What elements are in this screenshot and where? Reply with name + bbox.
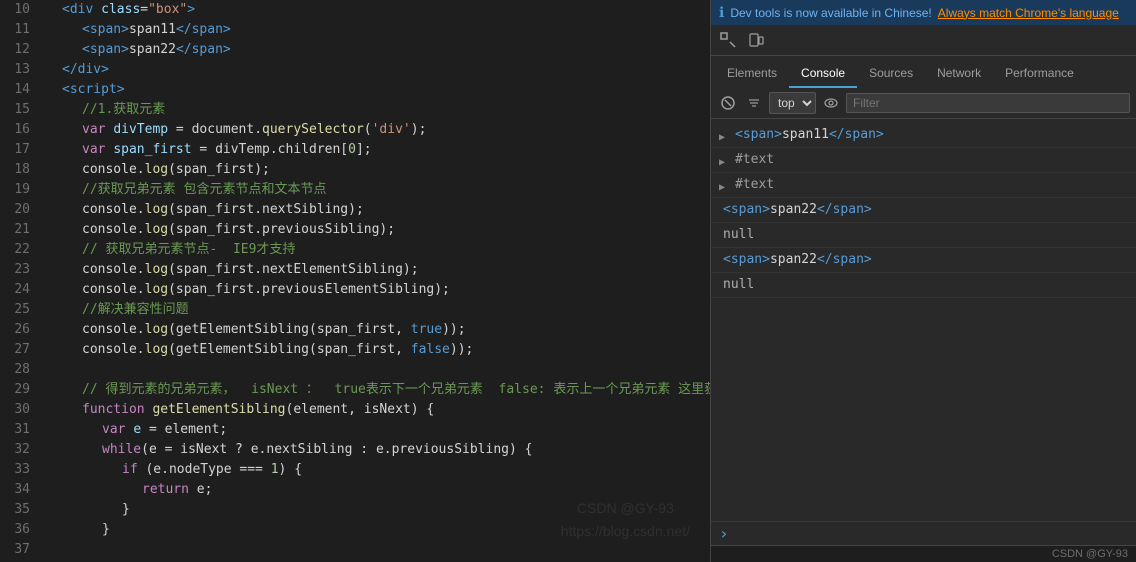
eye-button[interactable] [820, 92, 842, 114]
device-toolbar-button[interactable] [745, 29, 767, 51]
filter-input[interactable] [846, 93, 1130, 113]
clear-console-button[interactable] [717, 92, 739, 114]
info-icon: ℹ [719, 4, 724, 21]
line-numbers: 10 11 12 13 14 15 16 17 18 19 20 21 22 2… [0, 0, 38, 562]
code-editor: 10 11 12 13 14 15 16 17 18 19 20 21 22 2… [0, 0, 710, 562]
footer-credit: CSDN @GY-93 [1052, 548, 1128, 560]
console-input-area[interactable]: › [711, 521, 1136, 545]
console-output: <span>span11</span> #text #text <span>sp… [711, 119, 1136, 521]
console-prompt: › [719, 524, 729, 543]
console-toolbar: top [711, 88, 1136, 119]
console-entry[interactable]: #text [711, 173, 1136, 198]
tab-sources[interactable]: Sources [857, 60, 925, 88]
language-match-link[interactable]: Always match Chrome's language [938, 6, 1119, 20]
info-bar-text: Dev tools is now available in Chinese! [730, 6, 931, 20]
tab-console[interactable]: Console [789, 60, 857, 88]
tab-elements[interactable]: Elements [715, 60, 789, 88]
console-entry[interactable]: #text [711, 148, 1136, 173]
context-selector[interactable]: top [769, 92, 816, 114]
inspect-element-button[interactable] [717, 29, 739, 51]
tab-performance[interactable]: Performance [993, 60, 1086, 88]
devtools-panel: ℹ Dev tools is now available in Chinese!… [710, 0, 1136, 562]
console-entry: null [711, 273, 1136, 298]
devtools-footer: CSDN @GY-93 [711, 545, 1136, 562]
console-input[interactable] [733, 526, 1128, 541]
tab-network[interactable]: Network [925, 60, 993, 88]
devtools-tabs: Elements Console Sources Network Perform… [711, 56, 1136, 88]
devtools-info-bar: ℹ Dev tools is now available in Chinese!… [711, 0, 1136, 25]
console-entry[interactable]: <span>span22</span> [711, 198, 1136, 223]
console-entry[interactable]: <span>span11</span> [711, 123, 1136, 148]
console-entry: null [711, 223, 1136, 248]
code-lines: <div class="box"> <span>span11</span> <s… [38, 0, 710, 562]
console-entry[interactable]: <span>span22</span> [711, 248, 1136, 273]
console-filter-button[interactable] [743, 92, 765, 114]
